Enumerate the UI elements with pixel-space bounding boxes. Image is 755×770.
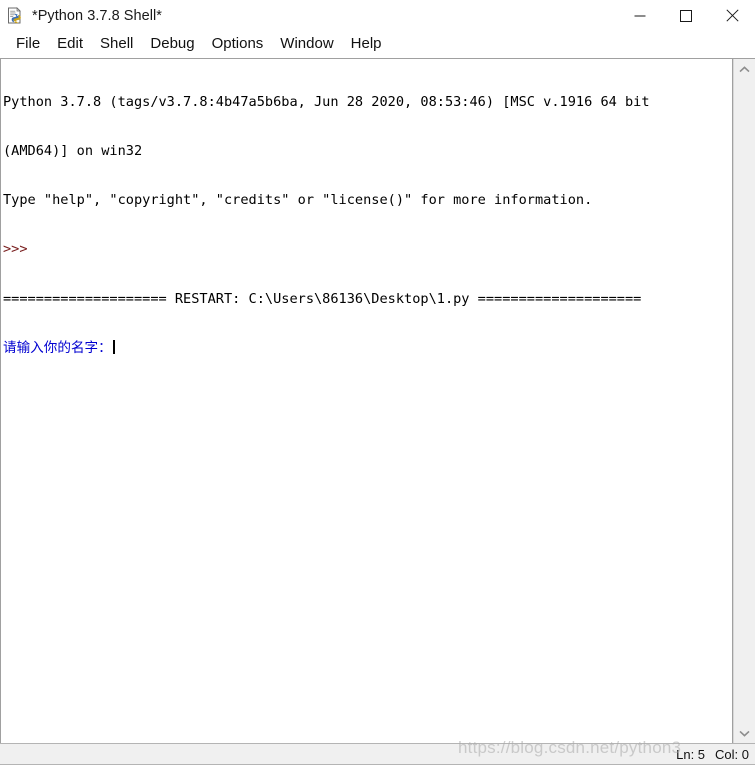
- window-controls: [617, 0, 755, 31]
- scrollbar-down-button[interactable]: [733, 723, 755, 743]
- idle-shell-window: *Python 3.7.8 Shell* File Edit Shell Deb…: [0, 0, 755, 770]
- console-prompt-line: >>>: [3, 241, 28, 258]
- scrollbar-track[interactable]: [733, 79, 755, 723]
- console-output[interactable]: Python 3.7.8 (tags/v3.7.8:4b47a5b6ba, Ju…: [1, 59, 732, 389]
- vertical-scrollbar[interactable]: [733, 59, 755, 743]
- minimize-icon: [634, 15, 646, 16]
- menu-bar: File Edit Shell Debug Options Window Hel…: [0, 31, 755, 58]
- window-title: *Python 3.7.8 Shell*: [32, 8, 162, 25]
- scrollbar-up-button[interactable]: [733, 59, 755, 79]
- maximize-icon: [680, 9, 692, 22]
- menu-item-file[interactable]: File: [8, 34, 49, 55]
- console-input-prompt-text: 请输入你的名字：: [3, 339, 112, 356]
- menu-item-edit[interactable]: Edit: [49, 34, 92, 55]
- menu-item-shell[interactable]: Shell: [92, 34, 142, 55]
- bottom-strip: [0, 765, 755, 770]
- text-caret: [112, 339, 115, 354]
- console-input-prompt-line: 请输入你的名字：: [3, 339, 732, 356]
- chevron-down-icon: [739, 730, 750, 737]
- title-bar: *Python 3.7.8 Shell*: [0, 0, 755, 31]
- console-line: Python 3.7.8 (tags/v3.7.8:4b47a5b6ba, Ju…: [3, 93, 650, 110]
- close-button[interactable]: [709, 0, 755, 31]
- status-bar: Ln: 5 Col: 0: [0, 743, 755, 765]
- menu-item-help[interactable]: Help: [343, 34, 391, 55]
- console-line: (AMD64)] on win32: [3, 143, 143, 160]
- status-column-indicator: Col: 0: [715, 746, 749, 762]
- shell-body: Python 3.7.8 (tags/v3.7.8:4b47a5b6ba, Ju…: [0, 58, 755, 743]
- console-text-area[interactable]: Python 3.7.8 (tags/v3.7.8:4b47a5b6ba, Ju…: [0, 59, 733, 743]
- menu-item-options[interactable]: Options: [204, 34, 273, 55]
- console-line: Type "help", "copyright", "credits" or "…: [3, 192, 593, 209]
- menu-item-debug[interactable]: Debug: [142, 34, 203, 55]
- status-line-indicator: Ln: 5: [676, 746, 706, 762]
- console-restart-line: ==================== RESTART: C:\Users\8…: [3, 290, 642, 307]
- close-icon: [725, 9, 739, 22]
- python-idle-icon: [7, 6, 25, 25]
- chevron-up-icon: [739, 65, 750, 72]
- minimize-button[interactable]: [617, 0, 663, 31]
- maximize-button[interactable]: [663, 0, 709, 31]
- menu-item-window[interactable]: Window: [272, 34, 342, 55]
